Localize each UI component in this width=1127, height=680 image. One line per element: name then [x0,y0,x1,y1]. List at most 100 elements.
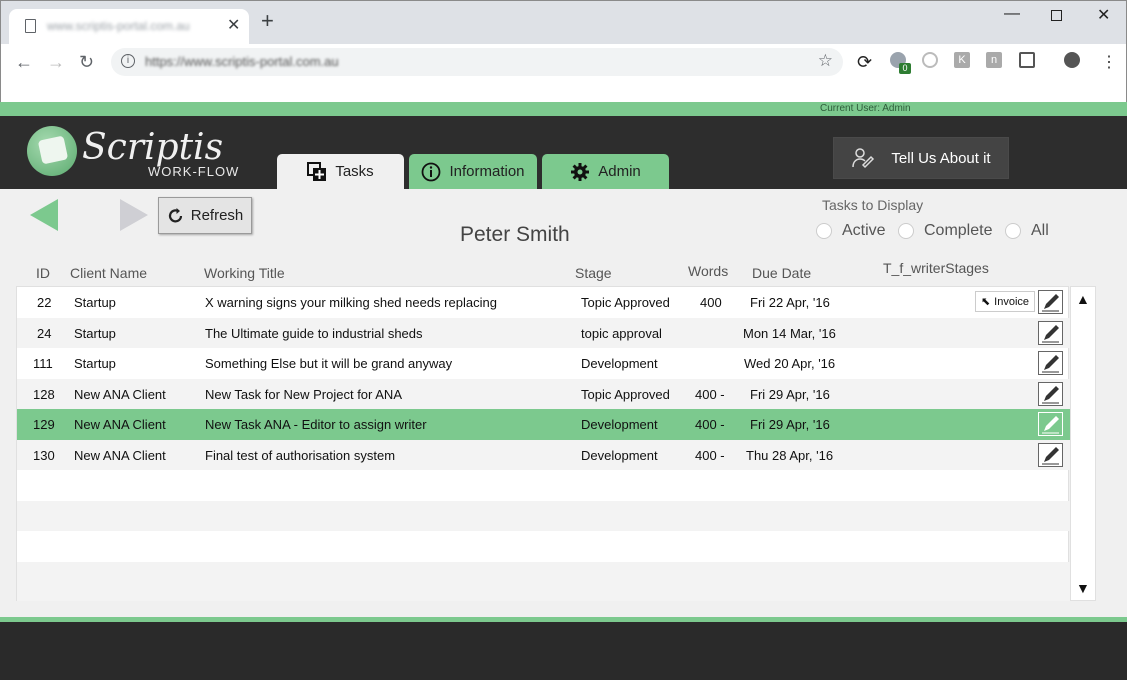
info-icon[interactable]: i [121,54,135,68]
scroll-down-icon[interactable]: ▼ [1076,580,1090,596]
cell-title: The Ultimate guide to industrial sheds [205,325,423,341]
extension-circle-icon[interactable] [922,52,938,68]
edit-button[interactable] [1038,290,1063,314]
user-status-bar: Current User: Admin [0,102,1127,116]
cell-stage: Development [581,417,658,432]
tab-information-label: Information [449,163,525,180]
column-header-title[interactable]: Working Title [204,265,285,281]
browser-tabstrip: www.scriptis-portal.com.au ✕ + — ✕ [1,1,1126,44]
next-arrow-icon[interactable] [120,199,148,231]
tab-tasks-label: Tasks [335,163,374,180]
cell-client: New ANA Client [74,447,166,463]
edit-button[interactable] [1038,351,1063,375]
cell-stage: topic approval [581,325,662,341]
cell-client: New ANA Client [74,417,166,432]
table-row[interactable]: 22 Startup X warning signs your milking … [17,287,1070,318]
column-header-writer-stages[interactable]: T_f_writerStages [883,260,989,276]
bookmark-star-icon[interactable]: ☆ [818,51,833,71]
pencil-icon [1042,446,1059,464]
minimize-icon[interactable]: — [1004,5,1020,23]
window-close-icon[interactable]: ✕ [1097,5,1110,25]
browser-tab-title: www.scriptis-portal.com.au [47,19,190,33]
tab-admin[interactable]: Admin [542,154,669,189]
column-header-words[interactable]: Words [688,263,728,279]
radio-complete[interactable] [898,223,914,239]
footer-accent-line [0,617,1127,622]
cell-stage: Development [581,447,658,463]
cell-words: 400 - [695,386,725,402]
table-row-selected[interactable]: 129 New ANA Client New Task ANA - Editor… [17,409,1070,440]
empty-row [17,531,1070,562]
pencil-icon [1042,324,1059,342]
close-tab-icon[interactable]: ✕ [227,15,240,35]
sync-extension-icon[interactable]: ⟳ [857,52,872,73]
cell-id: 24 [37,325,52,341]
filter-option-all[interactable]: All [1005,222,1049,240]
filter-option-active[interactable]: Active [816,222,886,240]
back-icon[interactable]: ← [15,52,33,73]
cell-due-date: Fri 29 Apr, '16 [750,417,830,432]
cell-stage: Topic Approved [581,386,670,402]
new-tab-icon[interactable]: + [261,10,274,32]
invoice-button[interactable]: ⬉ Invoice [975,291,1035,312]
maximize-icon[interactable] [1051,10,1062,21]
user-edit-icon [852,148,875,169]
filter-option-complete-label: Complete [924,222,993,239]
filter-label: Tasks to Display [822,197,924,213]
selected-user-name: Peter Smith [460,223,570,246]
forward-icon[interactable]: → [47,52,65,73]
cell-id: 129 [33,417,55,432]
page-icon [25,19,36,33]
cell-client: Startup [74,295,116,310]
logo-subtitle: WORK-FLOW [148,164,240,179]
edit-button[interactable] [1038,381,1063,406]
edit-button[interactable] [1038,412,1063,436]
cell-client: Startup [74,356,116,371]
edit-button[interactable] [1038,320,1063,345]
feedback-button[interactable]: Tell Us About it [833,137,1009,179]
radio-all[interactable] [1005,223,1021,239]
cell-due-date: Fri 22 Apr, '16 [750,295,830,310]
table-row[interactable]: 111 Startup Something Else but it will b… [17,348,1070,379]
extension-square-icon[interactable] [1019,52,1035,68]
tab-admin-label: Admin [598,163,641,180]
info-circle-icon [422,162,441,181]
filter-option-all-label: All [1031,222,1049,239]
extension-k-icon[interactable]: K [954,52,970,68]
table-row[interactable]: 130 New ANA Client Final test of authori… [17,439,1070,470]
address-bar[interactable]: i https://www.scriptis-portal.com.au ☆ [111,48,843,76]
filter-option-complete[interactable]: Complete [898,222,992,240]
feedback-label: Tell Us About it [891,149,991,167]
cell-title: X warning signs your milking shed needs … [205,295,497,310]
tab-information[interactable]: Information [409,154,537,189]
column-header-client[interactable]: Client Name [70,265,147,281]
menu-dots-icon[interactable]: ⋮ [1101,52,1117,72]
column-header-id[interactable]: ID [36,265,50,281]
reload-icon[interactable]: ↻ [79,52,94,73]
browser-tab[interactable]: www.scriptis-portal.com.au ✕ [9,9,249,44]
cell-id: 111 [33,356,53,371]
table-row[interactable]: 24 Startup The Ultimate guide to industr… [17,317,1070,348]
cell-words: 400 - [695,417,725,432]
radio-active[interactable] [816,223,832,239]
extension-n-icon[interactable]: n [986,52,1002,68]
column-header-due-date[interactable]: Due Date [752,265,811,281]
scroll-up-icon[interactable]: ▲ [1076,291,1090,307]
browser-toolbar: ← → ↻ i https://www.scriptis-portal.com.… [1,44,1126,102]
table-scrollbar[interactable]: ▲ ▼ [1070,286,1096,601]
previous-arrow-icon[interactable] [30,199,58,231]
refresh-button[interactable]: Refresh [158,197,252,234]
profile-avatar-icon[interactable] [1064,52,1080,68]
cell-id: 128 [33,386,55,402]
empty-row [17,561,1070,601]
url-text: https://www.scriptis-portal.com.au [145,54,339,69]
empty-row [17,470,1070,501]
edit-button[interactable] [1038,442,1063,467]
table-row[interactable]: 128 New ANA Client New Task for New Proj… [17,378,1070,409]
tab-tasks[interactable]: Tasks [277,154,404,189]
browser-window: www.scriptis-portal.com.au ✕ + — ✕ ← → ↻… [0,0,1127,103]
app-header: Scriptis WORK-FLOW Tasks Information Adm… [0,116,1127,189]
cell-due-date: Fri 29 Apr, '16 [750,386,830,402]
filter-option-active-label: Active [842,222,886,239]
column-header-stage[interactable]: Stage [575,265,612,281]
